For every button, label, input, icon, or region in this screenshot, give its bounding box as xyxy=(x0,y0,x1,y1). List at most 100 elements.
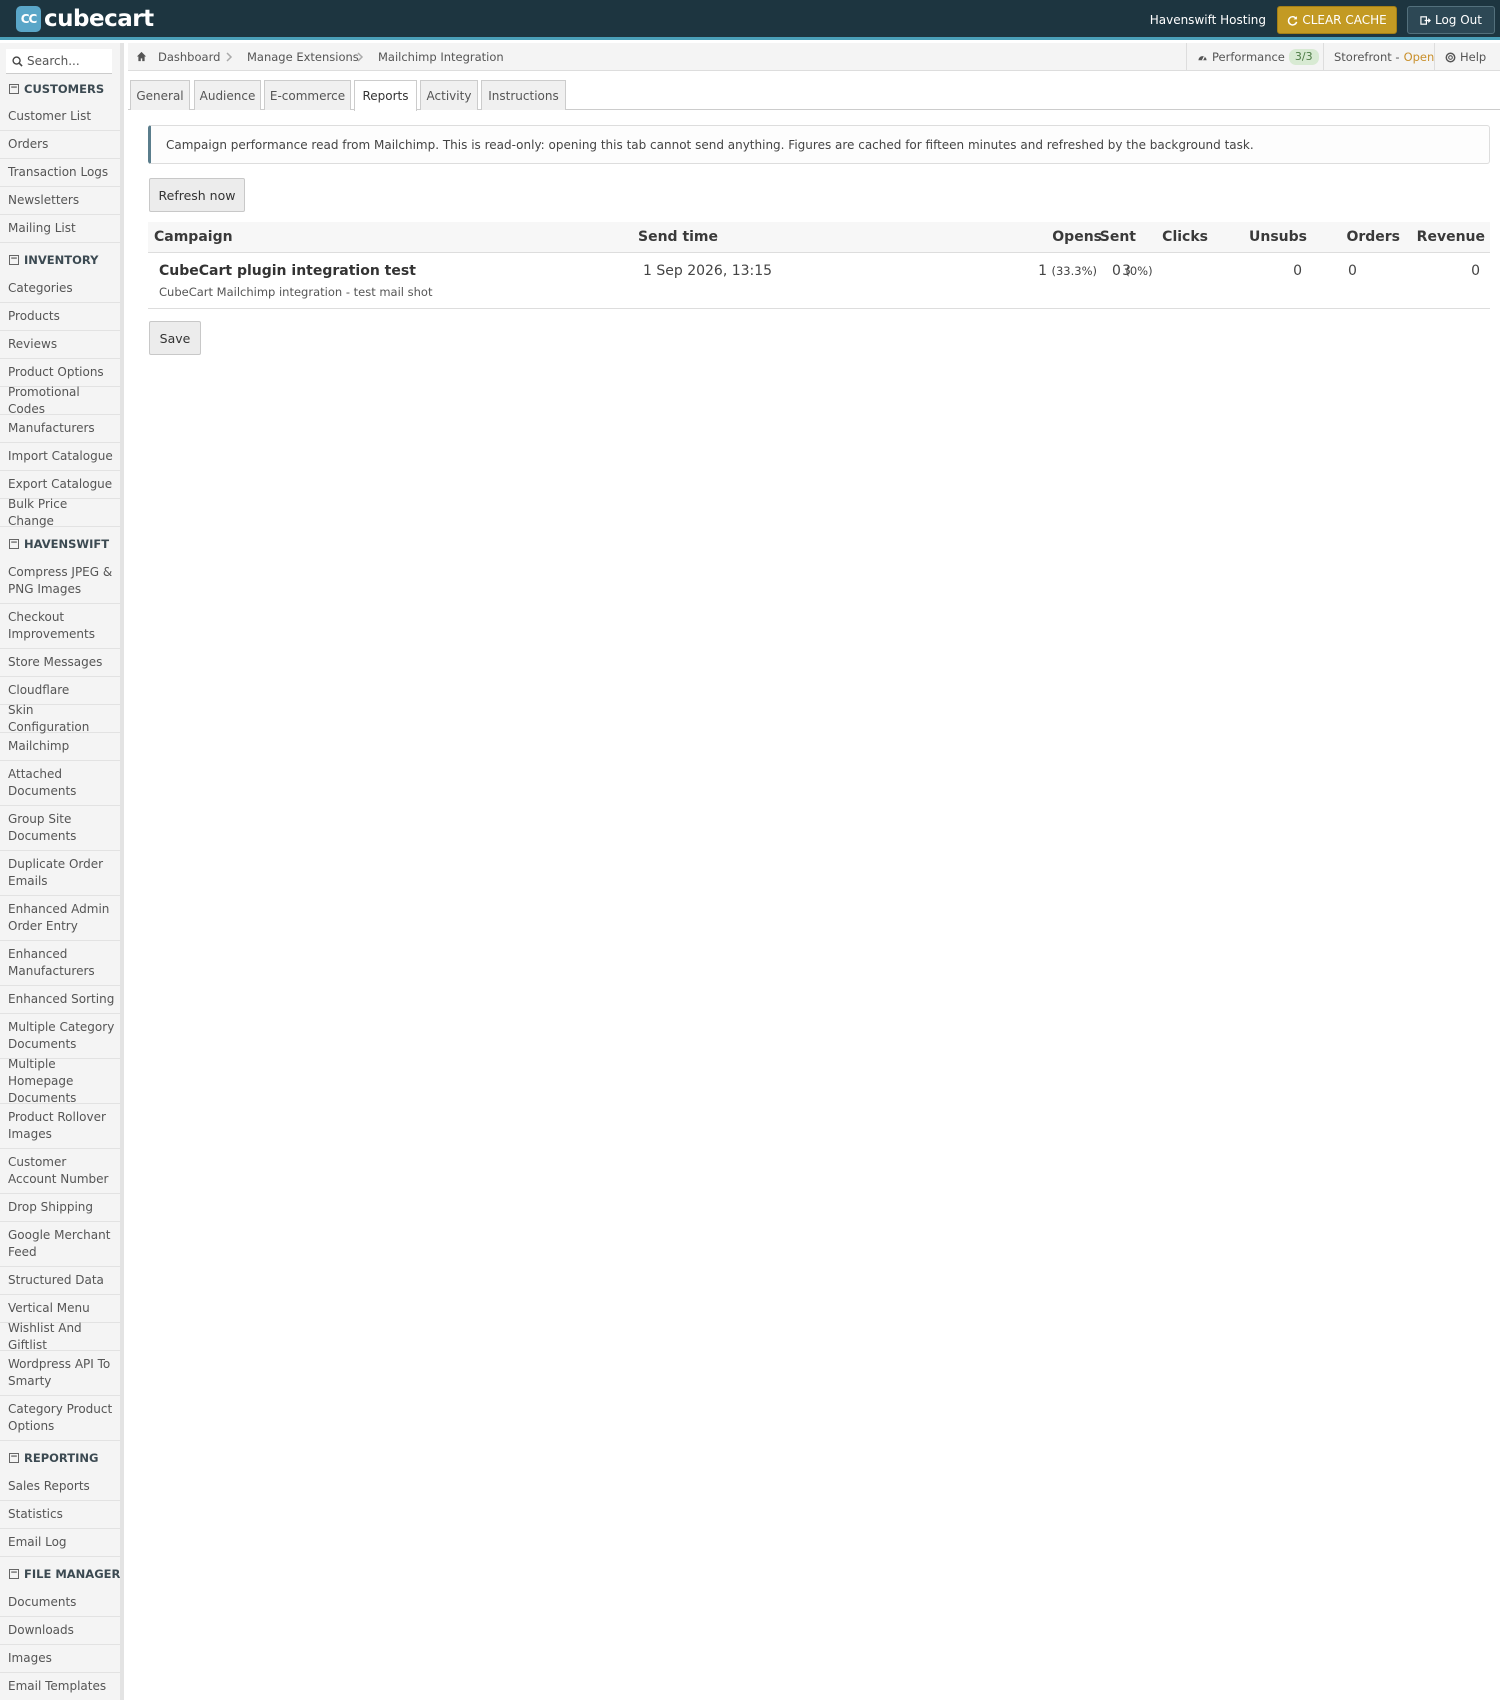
sidebar-item-attached-documents[interactable]: Attached Documents xyxy=(0,761,120,806)
logout-label: Log Out xyxy=(1434,13,1482,27)
sidebar-item-structured-data[interactable]: Structured Data xyxy=(0,1267,120,1295)
sidebar-item-manufacturers[interactable]: Manufacturers xyxy=(0,415,120,443)
cubecart-logo[interactable]: CC cubecart xyxy=(16,6,154,32)
sidebar-item-drop-shipping[interactable]: Drop Shipping xyxy=(0,1194,120,1222)
sidebar-item-customer-list[interactable]: Customer List xyxy=(0,103,120,131)
sidebar-item-multiple-category-documents[interactable]: Multiple Category Documents xyxy=(0,1014,120,1059)
column-campaign: Campaign xyxy=(154,229,233,245)
storefront-label: Storefront - xyxy=(1334,50,1400,64)
sidebar-item-reviews[interactable]: Reviews xyxy=(0,331,120,359)
search-input[interactable] xyxy=(27,54,107,68)
sidebar-item-wishlist-and-giftlist[interactable]: Wishlist And Giftlist xyxy=(0,1321,120,1352)
sidebar-item-mailchimp[interactable]: Mailchimp xyxy=(0,733,120,761)
column-revenue: Revenue xyxy=(1416,229,1485,245)
top-bar: CC cubecart Havenswift Hosting CLEAR CAC… xyxy=(0,0,1500,40)
column-opens: Opens xyxy=(1052,229,1102,245)
sidebar-item-product-rollover-images[interactable]: Product Rollover Images xyxy=(0,1104,120,1149)
tab-bar: General Audience E-commerce Reports Acti… xyxy=(128,80,1500,111)
chevron-right-icon xyxy=(226,52,233,62)
sidebar-item-group-site-documents[interactable]: Group Site Documents xyxy=(0,806,120,851)
help-label: Help xyxy=(1460,50,1487,64)
sidebar-item-mailing-list[interactable]: Mailing List xyxy=(0,215,120,243)
sidebar-item-products[interactable]: Products xyxy=(0,303,120,331)
store-name: Havenswift Hosting xyxy=(1149,13,1266,27)
dashboard-gauge-icon xyxy=(1198,55,1207,61)
sidebar-item-enhanced-admin-order-entry[interactable]: Enhanced Admin Order Entry xyxy=(0,896,120,941)
tab-instructions[interactable]: Instructions xyxy=(481,80,566,110)
tab-reports[interactable]: Reports xyxy=(354,80,417,111)
chevron-right-icon xyxy=(357,52,364,62)
sidebar-item-orders[interactable]: Orders xyxy=(0,131,120,159)
clear-cache-label: CLEAR CACHE xyxy=(1302,13,1387,27)
performance-link[interactable]: Performance 3/3 xyxy=(1186,43,1323,71)
nav-section-reporting[interactable]: − REPORTING xyxy=(0,1444,120,1472)
refresh-now-button[interactable]: Refresh now xyxy=(149,178,245,212)
table-row: CubeCart plugin integration test CubeCar… xyxy=(148,253,1490,309)
sidebar-item-newsletters[interactable]: Newsletters xyxy=(0,187,120,215)
help-link[interactable]: Help xyxy=(1434,43,1500,71)
sidebar-item-compress-images[interactable]: Compress JPEG & PNG Images xyxy=(0,559,120,604)
home-icon[interactable] xyxy=(136,51,147,62)
nav-section-havenswift[interactable]: − HAVENSWIFT xyxy=(0,530,120,558)
tab-audience[interactable]: Audience xyxy=(194,80,261,110)
performance-label: Performance xyxy=(1212,50,1285,64)
breadcrumb: Dashboard Manage Extensions Mailchimp In… xyxy=(128,43,1500,71)
sidebar-item-google-merchant-feed[interactable]: Google Merchant Feed xyxy=(0,1222,120,1267)
sidebar-item-documents[interactable]: Documents xyxy=(0,1589,120,1617)
content-area xyxy=(128,110,1500,1700)
breadcrumb-mailchimp-integration[interactable]: Mailchimp Integration xyxy=(378,43,504,71)
sidebar-item-bulk-price-change[interactable]: Bulk Price Change xyxy=(0,497,120,528)
campaign-send-time: 1 Sep 2026, 13:15 xyxy=(643,263,773,279)
nav-section-file-manager[interactable]: − FILE MANAGER xyxy=(0,1560,120,1588)
campaign-revenue: 0 xyxy=(1471,263,1480,279)
sidebar-item-sales-reports[interactable]: Sales Reports xyxy=(0,1473,120,1501)
save-button[interactable]: Save xyxy=(149,321,201,355)
sidebar-item-category-product-options[interactable]: Category Product Options xyxy=(0,1396,120,1441)
sidebar-item-import-catalogue[interactable]: Import Catalogue xyxy=(0,443,120,471)
sidebar-item-checkout-improvements[interactable]: Checkout Improvements xyxy=(0,604,120,649)
nav-section-customers[interactable]: − CUSTOMERS xyxy=(0,75,120,103)
collapse-icon: − xyxy=(9,1452,19,1463)
nav-section-inventory[interactable]: − INVENTORY xyxy=(0,246,120,274)
sidebar-item-customer-account-number[interactable]: Customer Account Number xyxy=(0,1149,120,1194)
search-icon xyxy=(12,55,23,67)
sidebar-item-enhanced-manufacturers[interactable]: Enhanced Manufacturers xyxy=(0,941,120,986)
sidebar: −CUSTOMERS Customer List Orders Transact… xyxy=(0,43,124,1700)
sidebar-item-categories[interactable]: Categories xyxy=(0,275,120,303)
sidebar-search[interactable] xyxy=(6,49,112,74)
column-clicks: Clicks xyxy=(1162,229,1208,245)
sidebar-item-email-log[interactable]: Email Log xyxy=(0,1529,120,1557)
sign-out-icon xyxy=(1420,15,1431,25)
campaign-unsubs: 0 xyxy=(1293,263,1302,279)
column-orders: Orders xyxy=(1346,229,1400,245)
refresh-icon xyxy=(1288,15,1298,26)
tab-activity[interactable]: Activity xyxy=(420,80,478,110)
sidebar-item-images[interactable]: Images xyxy=(0,1645,120,1673)
sidebar-item-duplicate-order-emails[interactable]: Duplicate Order Emails xyxy=(0,851,120,896)
sidebar-item-wordpress-api-to-smarty[interactable]: Wordpress API To Smarty xyxy=(0,1351,120,1396)
sidebar-item-multiple-homepage-documents[interactable]: Multiple Homepage Documents xyxy=(0,1057,120,1105)
clear-cache-button[interactable]: CLEAR CACHE xyxy=(1277,6,1397,34)
column-sent: Sent xyxy=(1099,229,1136,245)
storefront-link[interactable]: Storefront - Open xyxy=(1323,43,1434,71)
tab-e-commerce[interactable]: E-commerce xyxy=(264,80,351,110)
sidebar-item-email-templates[interactable]: Email Templates xyxy=(0,1673,120,1700)
sidebar-item-store-messages[interactable]: Store Messages xyxy=(0,649,120,677)
campaign-title[interactable]: CubeCart plugin integration test xyxy=(159,263,416,279)
sidebar-item-downloads[interactable]: Downloads xyxy=(0,1617,120,1645)
tab-general[interactable]: General xyxy=(130,80,190,110)
reports-table-header: Campaign Send time Sent Opens Clicks Uns… xyxy=(148,222,1490,253)
logout-button[interactable]: Log Out xyxy=(1407,6,1495,34)
sidebar-item-promotional-codes[interactable]: Promotional Codes xyxy=(0,385,120,416)
breadcrumb-dashboard[interactable]: Dashboard xyxy=(158,43,220,71)
sidebar-item-enhanced-sorting[interactable]: Enhanced Sorting xyxy=(0,986,120,1014)
campaign-subtitle: CubeCart Mailchimp integration - test ma… xyxy=(159,285,433,299)
sidebar-item-statistics[interactable]: Statistics xyxy=(0,1501,120,1529)
collapse-icon: − xyxy=(9,83,19,94)
sidebar-item-skin-configuration[interactable]: Skin Configuration xyxy=(0,703,120,734)
campaign-clicks: 0 (0%) xyxy=(1112,263,1153,279)
sidebar-item-transaction-logs[interactable]: Transaction Logs xyxy=(0,159,120,187)
campaign-orders: 0 xyxy=(1348,263,1357,279)
storefront-status: Open xyxy=(1403,50,1435,64)
breadcrumb-manage-extensions[interactable]: Manage Extensions xyxy=(247,43,359,71)
